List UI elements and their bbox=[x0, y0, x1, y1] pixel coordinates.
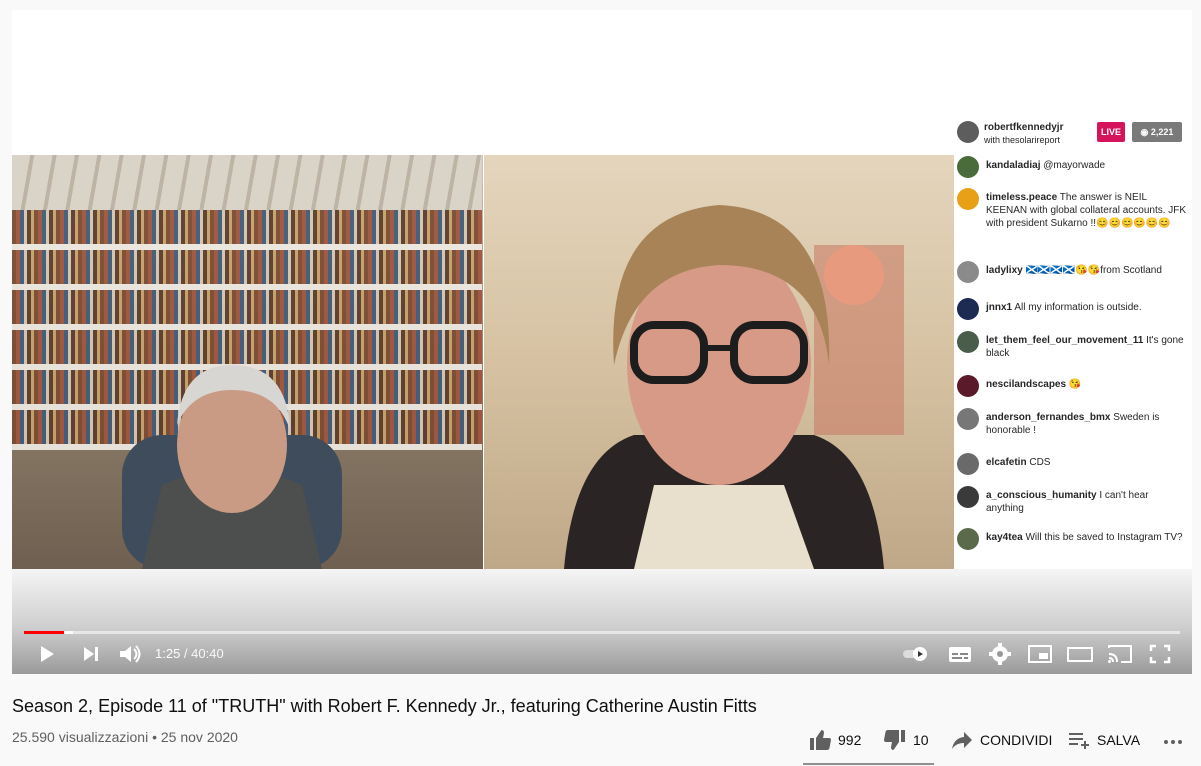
video-player[interactable]: robertfkennedyjr with thesolarireport LI… bbox=[12, 10, 1192, 674]
speaker-right bbox=[564, 205, 904, 569]
cast-icon bbox=[1108, 645, 1132, 663]
play-icon bbox=[41, 646, 54, 662]
more-horizontal-icon bbox=[1164, 740, 1182, 744]
comment-body: 🏴󠁧󠁢󠁳󠁣󠁴󠁿🏴󠁧󠁢󠁳󠁣󠁴󠁿🏴󠁧󠁢󠁳󠁣󠁴󠁿🏴󠁧󠁢󠁳󠁣󠁴󠁿😘😘from Scotl… bbox=[1025, 265, 1162, 276]
next-button[interactable] bbox=[76, 642, 104, 666]
commenter-avatar bbox=[957, 408, 979, 430]
comment-body: Will this be saved to Instagram TV? bbox=[1025, 532, 1183, 543]
comment-username: a_conscious_humanity bbox=[986, 490, 1097, 501]
next-icon bbox=[84, 647, 98, 661]
commenter-avatar bbox=[957, 156, 979, 178]
like-button[interactable]: 992 bbox=[808, 728, 861, 752]
comment-username: jnnx1 bbox=[986, 302, 1013, 313]
commenter-avatar bbox=[957, 188, 979, 210]
comment-text: let_them_feel_our_movement_11 It's gone … bbox=[986, 334, 1188, 360]
comment-body: @mayorwade bbox=[1043, 160, 1106, 171]
gear-icon bbox=[989, 643, 1011, 665]
upload-date: 25 nov 2020 bbox=[160, 729, 238, 745]
comment-text: nescilandscapes 😘 bbox=[986, 378, 1188, 391]
comment-text: elcafetin CDS bbox=[986, 456, 1188, 469]
progress-bar[interactable] bbox=[24, 631, 1180, 634]
comment-username: anderson_fernandes_bmx bbox=[986, 412, 1111, 423]
commenter-avatar bbox=[957, 298, 979, 320]
eye-icon: ◉ bbox=[1140, 127, 1151, 137]
miniplayer-button[interactable] bbox=[1026, 642, 1054, 666]
live-badge: LIVE bbox=[1097, 122, 1125, 142]
time-current: 1:25 bbox=[155, 646, 181, 661]
comment-username: let_them_feel_our_movement_11 bbox=[986, 335, 1144, 346]
comment-username: timeless.peace bbox=[986, 192, 1058, 203]
play-button[interactable] bbox=[32, 642, 60, 666]
video-meta: 25.590 visualizzazioni • 25 nov 2020 bbox=[12, 729, 238, 745]
video-title: Season 2, Episode 11 of "TRUTH" with Rob… bbox=[12, 696, 757, 716]
commenter-avatar bbox=[957, 453, 979, 475]
dislike-count: 10 bbox=[913, 732, 929, 748]
dislike-button[interactable]: 10 bbox=[883, 728, 929, 752]
subtitles-button[interactable] bbox=[946, 642, 974, 666]
comment-text: timeless.peace The answer is NEIL KEENAN… bbox=[986, 191, 1188, 230]
host-avatar bbox=[957, 121, 979, 143]
comment-text: kandaladiaj @mayorwade bbox=[986, 159, 1188, 172]
live-header: robertfkennedyjr with thesolarireport LI… bbox=[954, 110, 1192, 155]
time-display: 1:25 / 40:40 bbox=[155, 646, 224, 661]
comment-username: kandaladiaj bbox=[986, 160, 1041, 171]
commenter-avatar bbox=[957, 331, 979, 353]
comment-text: jnnx1 All my information is outside. bbox=[986, 301, 1188, 314]
time-separator: / bbox=[180, 646, 192, 661]
comment-text: a_conscious_humanity I can't hear anythi… bbox=[986, 489, 1188, 515]
add-to-playlist-icon bbox=[1069, 733, 1089, 749]
viewer-count: ◉ 2,221 bbox=[1132, 122, 1182, 142]
mute-button[interactable] bbox=[116, 642, 144, 666]
fullscreen-button[interactable] bbox=[1146, 642, 1174, 666]
thumbs-down-icon bbox=[884, 730, 905, 750]
host-name: robertfkennedyjr bbox=[984, 122, 1064, 133]
subtitles-icon bbox=[949, 647, 971, 662]
instagram-live-overlay: robertfkennedyjr with thesolarireport LI… bbox=[954, 110, 1192, 569]
comment-text: anderson_fernandes_bmx Sweden is honorab… bbox=[986, 411, 1188, 437]
video-left-pane bbox=[12, 155, 483, 569]
commenter-avatar bbox=[957, 528, 979, 550]
video-right-pane bbox=[484, 155, 954, 569]
comment-username: elcafetin bbox=[986, 457, 1027, 468]
cast-button[interactable] bbox=[1106, 642, 1134, 666]
share-button[interactable]: CONDIVIDI bbox=[950, 728, 1052, 752]
comment-body: CDS bbox=[1029, 457, 1051, 468]
theater-mode-button[interactable] bbox=[1066, 642, 1094, 666]
commenter-avatar bbox=[957, 261, 979, 283]
fullscreen-icon bbox=[1149, 644, 1171, 664]
volume-icon bbox=[120, 645, 141, 663]
comment-text: ladylixy 🏴󠁧󠁢󠁳󠁣󠁴󠁿🏴󠁧󠁢󠁳󠁣󠁴󠁿🏴󠁧󠁢󠁳󠁣󠁴󠁿🏴󠁧󠁢󠁳󠁣󠁴󠁿😘😘f… bbox=[986, 264, 1188, 277]
view-count: 25.590 visualizzazioni bbox=[12, 729, 149, 745]
share-label: CONDIVIDI bbox=[980, 732, 1053, 748]
comment-username: ladylixy bbox=[986, 265, 1023, 276]
autoplay-toggle[interactable] bbox=[902, 642, 930, 666]
host-subtitle: with thesolarireport bbox=[984, 135, 1061, 145]
meta-separator: • bbox=[148, 729, 161, 745]
theater-icon bbox=[1067, 647, 1093, 662]
like-count: 992 bbox=[838, 732, 862, 748]
comment-body: 😘 bbox=[1068, 379, 1082, 390]
share-icon bbox=[952, 732, 972, 749]
commenter-avatar bbox=[957, 486, 979, 508]
like-ratio-bar bbox=[803, 763, 934, 765]
more-actions-button[interactable] bbox=[1161, 728, 1191, 752]
thumbs-up-icon bbox=[810, 730, 831, 750]
save-label: SALVA bbox=[1097, 732, 1141, 748]
settings-button[interactable] bbox=[986, 642, 1014, 666]
autoplay-icon bbox=[903, 647, 927, 661]
save-button[interactable]: SALVA bbox=[1067, 728, 1140, 752]
comment-username: kay4tea bbox=[986, 532, 1023, 543]
commenter-avatar bbox=[957, 375, 979, 397]
comment-username: nescilandscapes bbox=[986, 379, 1067, 390]
progress-played bbox=[24, 631, 65, 634]
miniplayer-icon bbox=[1028, 645, 1052, 663]
room-ceiling bbox=[12, 155, 482, 210]
time-duration: 40:40 bbox=[191, 646, 224, 661]
speaker-left bbox=[122, 365, 342, 569]
comment-text: kay4tea Will this be saved to Instagram … bbox=[986, 531, 1188, 544]
comment-body: All my information is outside. bbox=[1014, 302, 1142, 313]
